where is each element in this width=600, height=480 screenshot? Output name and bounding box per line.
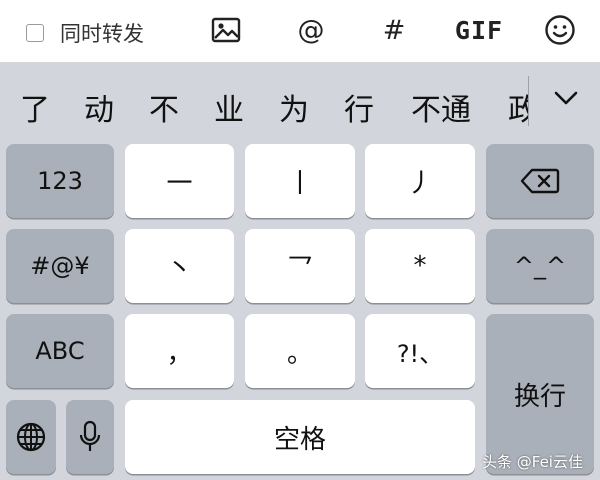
stroke-heng-key[interactable]: 一 bbox=[125, 144, 234, 218]
numbers-key[interactable]: 123 bbox=[6, 144, 114, 218]
stroke-shu-key[interactable]: 丨 bbox=[245, 144, 355, 218]
candidate-1[interactable]: 了 bbox=[20, 85, 50, 129]
symbols-key[interactable]: #@¥ bbox=[6, 229, 114, 303]
candidate-5[interactable]: 为 bbox=[279, 85, 309, 129]
candidate-divider bbox=[528, 76, 529, 126]
candidate-2[interactable]: 动 bbox=[84, 85, 114, 129]
forward-label: 同时转发 bbox=[60, 22, 144, 46]
microphone-icon bbox=[79, 420, 101, 451]
period-key[interactable]: 。 bbox=[245, 314, 355, 388]
candidate-bar: 了 动 不 业 为 行 不通 政 bbox=[0, 63, 600, 143]
globe-key[interactable] bbox=[6, 400, 56, 474]
candidate-8[interactable]: 政 bbox=[508, 85, 528, 129]
comma-key[interactable]: ， bbox=[125, 314, 234, 388]
image-icon[interactable] bbox=[210, 14, 242, 46]
candidate-6[interactable]: 行 bbox=[344, 85, 374, 129]
globe-icon bbox=[16, 422, 46, 452]
stroke-pie-key[interactable]: 丿 bbox=[365, 144, 475, 218]
abc-key[interactable]: ABC bbox=[6, 314, 114, 388]
backspace-icon bbox=[520, 168, 560, 194]
forward-toggle[interactable]: 同时转发 bbox=[26, 18, 144, 48]
gif-button[interactable]: GIF bbox=[455, 14, 502, 46]
delete-key[interactable] bbox=[486, 144, 594, 218]
watermark: 头条 @Fei云佳 bbox=[482, 453, 583, 471]
forward-checkbox[interactable] bbox=[26, 24, 44, 42]
stroke-dian-key[interactable]: 丶 bbox=[125, 229, 234, 303]
hashtag-icon[interactable]: # bbox=[378, 14, 410, 46]
space-key[interactable]: 空格 bbox=[125, 400, 475, 474]
mention-icon[interactable]: @ bbox=[293, 14, 329, 46]
chevron-down-icon[interactable] bbox=[552, 88, 580, 108]
wildcard-key[interactable]: * bbox=[365, 229, 475, 303]
compose-toolbar: 同时转发 @ # GIF bbox=[0, 0, 600, 63]
microphone-key[interactable] bbox=[66, 400, 114, 474]
stroke-zhe-key[interactable]: 乛 bbox=[245, 229, 355, 303]
emoticon-key[interactable]: ^_^ bbox=[486, 229, 594, 303]
emoji-icon[interactable] bbox=[543, 14, 577, 46]
return-key[interactable]: 换行 bbox=[486, 314, 594, 474]
candidate-3[interactable]: 不 bbox=[149, 85, 179, 129]
candidate-4[interactable]: 业 bbox=[214, 85, 244, 129]
candidate-7[interactable]: 不通 bbox=[411, 85, 471, 129]
punctuation-key[interactable]: ?!、 bbox=[365, 314, 475, 388]
